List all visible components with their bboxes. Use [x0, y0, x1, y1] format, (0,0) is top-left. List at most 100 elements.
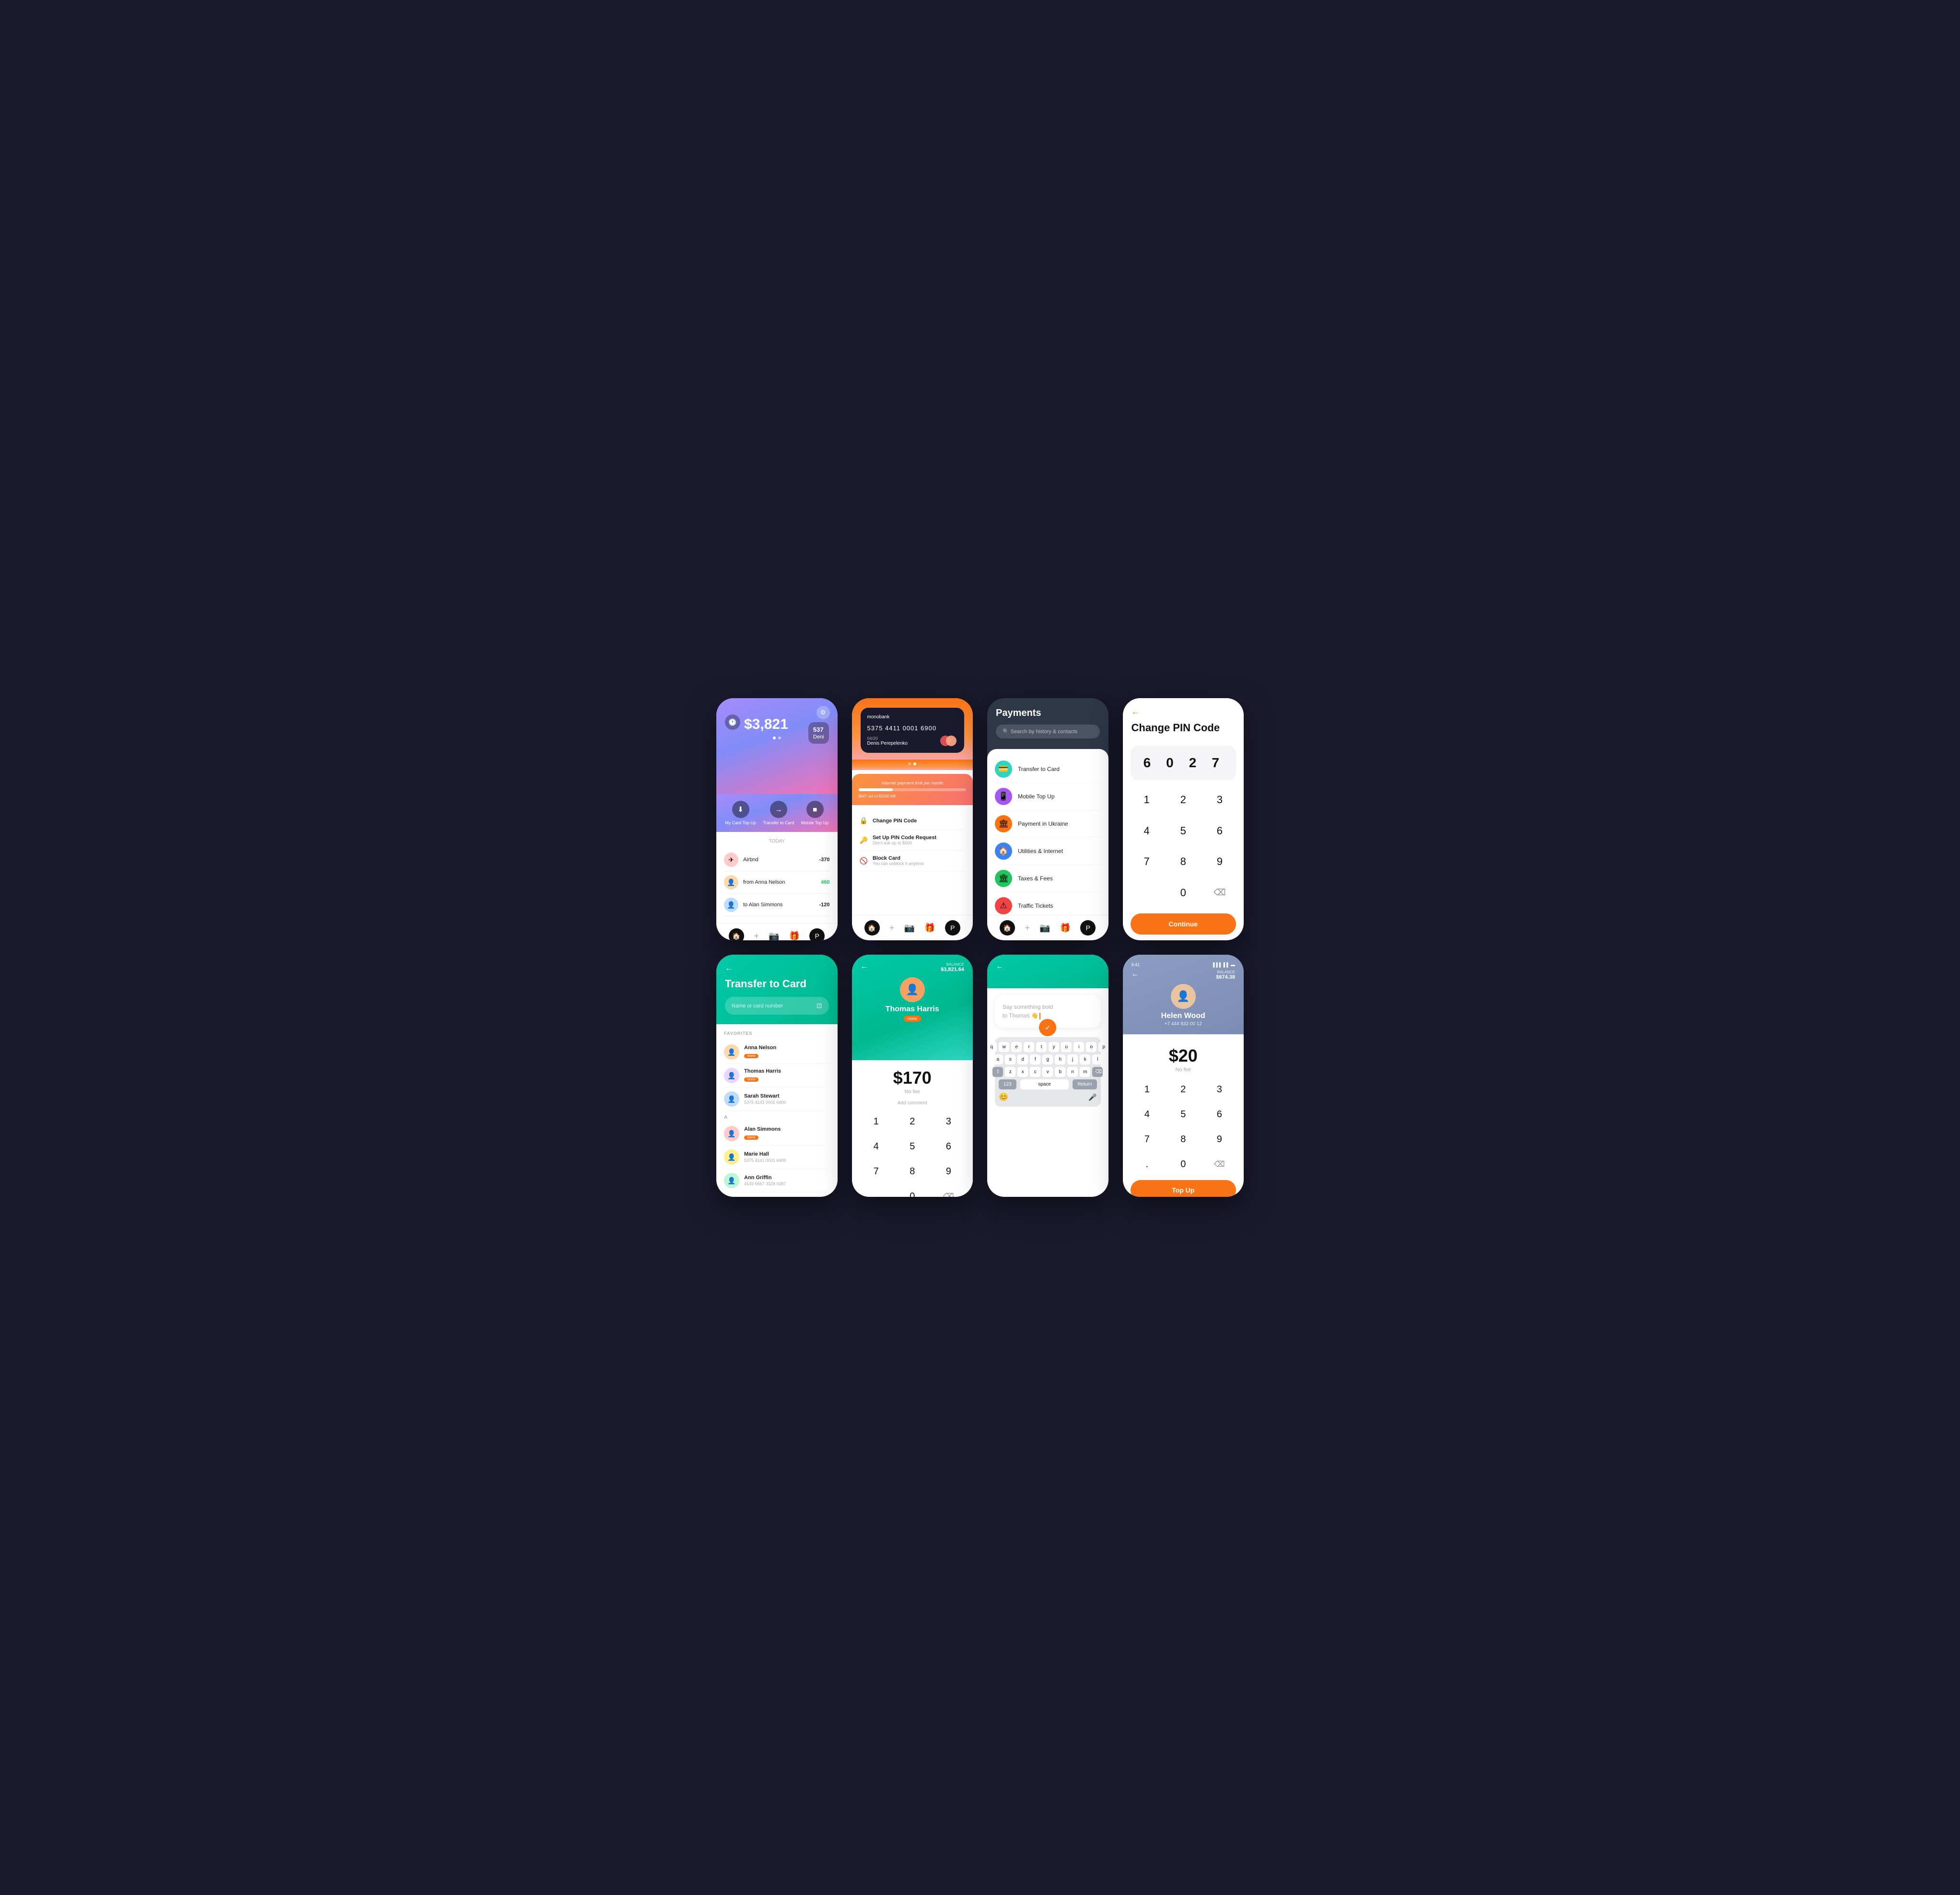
- key-delete[interactable]: ⌫: [932, 1185, 966, 1197]
- gear-icon[interactable]: ⚙: [817, 706, 830, 719]
- profile-nav-icon[interactable]: P: [1080, 920, 1096, 936]
- list-item[interactable]: 🔒 Change PIN Code: [860, 812, 966, 830]
- key-9[interactable]: 9: [1203, 1128, 1237, 1150]
- key-d[interactable]: d: [1017, 1054, 1028, 1064]
- key-delete[interactable]: ⌫: [1203, 1153, 1237, 1175]
- key-c[interactable]: c: [1030, 1067, 1040, 1077]
- key-6[interactable]: 6: [1203, 819, 1236, 843]
- home-nav-icon[interactable]: 🏠: [864, 920, 880, 936]
- key-7[interactable]: 7: [860, 1160, 893, 1182]
- list-item[interactable]: 🏛 Payment in Ukraine: [995, 810, 1101, 838]
- key-i[interactable]: i: [1073, 1042, 1084, 1052]
- key-a[interactable]: a: [992, 1054, 1003, 1064]
- key-8[interactable]: 8: [1167, 1128, 1200, 1150]
- key-3[interactable]: 3: [932, 1111, 966, 1133]
- key-123[interactable]: 123: [999, 1079, 1016, 1089]
- list-item[interactable]: 👤 Sarah Stewart 5375 4141 0001 6400: [724, 1088, 830, 1111]
- key-4[interactable]: 4: [860, 1135, 893, 1158]
- list-item[interactable]: ⚠ Traffic Tickets: [995, 892, 1101, 915]
- list-item[interactable]: 👤 Thomas Harris mono: [724, 1064, 830, 1088]
- key-9[interactable]: 9: [1203, 850, 1236, 874]
- plus-nav-icon[interactable]: +: [754, 931, 759, 941]
- plus-nav-icon[interactable]: +: [1025, 923, 1030, 933]
- key-1[interactable]: 1: [1131, 1078, 1164, 1100]
- list-item[interactable]: 🏠 Utilities & Internet: [995, 838, 1101, 865]
- key-h[interactable]: h: [1055, 1054, 1065, 1064]
- back-arrow[interactable]: ←: [725, 964, 829, 973]
- key-9[interactable]: 9: [932, 1160, 966, 1182]
- key-1[interactable]: 1: [860, 1111, 893, 1133]
- key-x[interactable]: x: [1017, 1067, 1028, 1077]
- key-m[interactable]: m: [1080, 1067, 1090, 1077]
- profile-nav-icon[interactable]: P: [809, 928, 825, 940]
- key-4[interactable]: 4: [1131, 1103, 1164, 1125]
- key-e[interactable]: e: [1011, 1042, 1022, 1052]
- back-arrow[interactable]: ←: [861, 962, 868, 972]
- key-4[interactable]: 4: [1131, 819, 1163, 843]
- gift-nav-icon[interactable]: 🎁: [789, 931, 800, 941]
- key-7[interactable]: 7: [1131, 1128, 1164, 1150]
- continue-button[interactable]: Continue: [1131, 913, 1237, 935]
- camera-nav-icon[interactable]: 📷: [1039, 923, 1050, 933]
- list-item[interactable]: 👤 Marie Hall 5375 4141 0001 6400: [724, 1146, 830, 1169]
- key-return[interactable]: Return: [1073, 1079, 1097, 1089]
- mic-icon[interactable]: 🎤: [1088, 1093, 1097, 1101]
- list-item[interactable]: 👤 Alan Simmons mono: [724, 1122, 830, 1146]
- list-item[interactable]: 👤 Ann Griffin 4149 5567 3328 0287: [724, 1169, 830, 1193]
- key-g[interactable]: g: [1042, 1054, 1053, 1064]
- key-0[interactable]: 0: [1167, 881, 1200, 905]
- back-arrow[interactable]: ←: [1132, 970, 1139, 980]
- key-5[interactable]: 5: [1167, 1103, 1200, 1125]
- key-n[interactable]: n: [1067, 1067, 1078, 1077]
- key-2[interactable]: 2: [1167, 788, 1200, 812]
- send-check-button[interactable]: ✓: [1039, 1019, 1056, 1036]
- key-0[interactable]: 0: [1167, 1153, 1200, 1175]
- key-5[interactable]: 5: [1167, 819, 1200, 843]
- key-j[interactable]: j: [1067, 1054, 1078, 1064]
- key-b[interactable]: b: [1055, 1067, 1065, 1077]
- key-v[interactable]: v: [1042, 1067, 1053, 1077]
- key-t[interactable]: t: [1036, 1042, 1047, 1052]
- key-z[interactable]: z: [1005, 1067, 1015, 1077]
- key-r[interactable]: r: [1024, 1042, 1034, 1052]
- home-nav-icon[interactable]: 🏠: [729, 928, 744, 940]
- key-3[interactable]: 3: [1203, 1078, 1237, 1100]
- search-input[interactable]: Name or card number ⊡: [725, 997, 829, 1015]
- search-bar[interactable]: 🔍 Search by history & contacts: [996, 725, 1100, 738]
- key-2[interactable]: 2: [896, 1111, 929, 1133]
- key-8[interactable]: 8: [1167, 850, 1200, 874]
- list-item[interactable]: 📱 Mobile Top Up: [995, 783, 1101, 810]
- transfer-to-card-btn[interactable]: → Transfer to Card: [763, 801, 794, 825]
- list-item[interactable]: 🔑 Set Up PIN Code Request Don't ask up t…: [860, 830, 966, 851]
- my-card-topup-btn[interactable]: ⬇ My Card Top Up: [725, 801, 756, 825]
- back-arrow[interactable]: ←: [996, 962, 1100, 971]
- key-y[interactable]: y: [1049, 1042, 1059, 1052]
- key-u[interactable]: u: [1061, 1042, 1072, 1052]
- camera-nav-icon[interactable]: 📷: [769, 931, 779, 941]
- add-comment[interactable]: Add comment: [852, 1100, 973, 1106]
- gift-nav-icon[interactable]: 🎁: [924, 923, 935, 933]
- key-p[interactable]: p: [1098, 1042, 1108, 1052]
- key-shift[interactable]: ⇧: [992, 1067, 1003, 1077]
- home-nav-icon[interactable]: 🏠: [1000, 920, 1015, 936]
- list-item[interactable]: 🚫 Block Card You can unblock it anytime: [860, 851, 966, 871]
- key-q[interactable]: q: [987, 1042, 997, 1052]
- key-8[interactable]: 8: [896, 1160, 929, 1182]
- key-5[interactable]: 5: [896, 1135, 929, 1158]
- key-6[interactable]: 6: [932, 1135, 966, 1158]
- mobile-topup-btn[interactable]: ■ Mobile Top Up: [801, 801, 828, 825]
- topup-button[interactable]: Top Up: [1131, 1180, 1237, 1197]
- key-backspace[interactable]: ⌫: [1092, 1067, 1103, 1077]
- key-space[interactable]: space: [1020, 1079, 1069, 1089]
- back-arrow[interactable]: ←: [1132, 707, 1236, 717]
- key-s[interactable]: s: [1005, 1054, 1015, 1064]
- plus-nav-icon[interactable]: +: [889, 923, 895, 933]
- list-item[interactable]: 🏛 Taxes & Fees: [995, 865, 1101, 892]
- key-f[interactable]: f: [1030, 1054, 1040, 1064]
- gift-nav-icon[interactable]: 🎁: [1060, 923, 1071, 933]
- list-item[interactable]: 👤 Anna Nelson mono: [724, 1041, 830, 1064]
- key-dot[interactable]: .: [1131, 1153, 1164, 1175]
- key-o[interactable]: o: [1086, 1042, 1097, 1052]
- key-3[interactable]: 3: [1203, 788, 1236, 812]
- key-6[interactable]: 6: [1203, 1103, 1237, 1125]
